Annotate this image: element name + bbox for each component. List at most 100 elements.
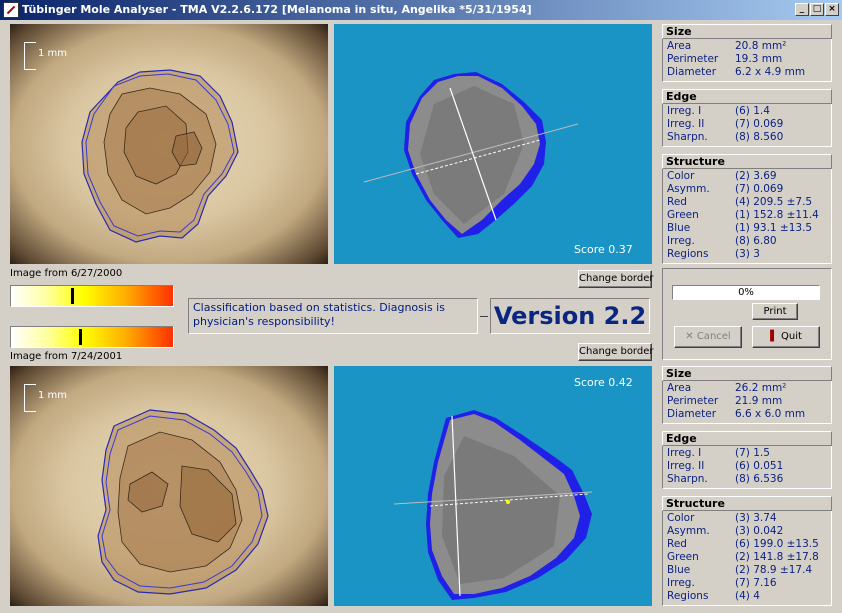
group-title: Size (662, 366, 832, 381)
bottom-lesion-mask (393, 410, 593, 600)
title-bar: Tübinger Mole Analyser - TMA V2.2.6.172 … (0, 0, 842, 20)
stat-value: (1) 152.8 ±11.4 (735, 209, 819, 221)
stat-row: Irreg. (8) 6.80 (667, 235, 831, 248)
stat-label: Irreg. (667, 235, 695, 247)
stat-row: Green (2) 141.8 ±17.8 (667, 551, 831, 564)
stat-label: Regions (667, 590, 709, 602)
stat-row: Irreg. I (6) 1.4 (667, 105, 831, 118)
stat-row: Red (4) 209.5 ±7.5 (667, 196, 831, 209)
stat-value: (2) 3.69 (735, 170, 777, 182)
bottom-score: Score 0.42 (574, 376, 633, 389)
quit-button[interactable]: ▌ Quit (752, 326, 820, 348)
group-body: Area 26.2 mm² Perimeter 21.9 mm Diameter 6.6 … (662, 381, 832, 424)
stat-row: Color (3) 3.74 (667, 512, 831, 525)
stat-label: Sharpn. (667, 131, 708, 143)
top-score: Score 0.37 (574, 243, 633, 256)
stat-value: (3) 3.74 (735, 512, 777, 524)
stat-label: Blue (667, 564, 691, 576)
group-title: Structure (662, 496, 832, 511)
stat-row: Irreg. II (7) 0.069 (667, 118, 831, 131)
stat-row: Blue (2) 78.9 ±17.4 (667, 564, 831, 577)
stat-label: Diameter (667, 66, 717, 78)
stat-row: Color (2) 3.69 (667, 170, 831, 183)
stat-value: 6.6 x 6.0 mm (735, 408, 806, 420)
group-title: Edge (662, 431, 832, 446)
stat-value: (2) 78.9 ±17.4 (735, 564, 813, 576)
stat-label: Irreg. II (667, 460, 705, 472)
stat-row: Irreg. I (7) 1.5 (667, 447, 831, 460)
stat-label: Perimeter (667, 395, 719, 407)
top-analysis-panel: Score 0.37 (334, 24, 652, 264)
classification-notice: Classification based on statistics. Diag… (188, 298, 478, 334)
stat-value: (4) 4 (735, 590, 760, 602)
top-dermoscopy-image: 1 mm (10, 24, 328, 264)
stat-label: Diameter (667, 408, 717, 420)
top-change-border-button[interactable]: Change border (578, 270, 653, 288)
stat-label: Asymm. (667, 183, 710, 195)
group-body: Irreg. I (7) 1.5 Irreg. II (6) 0.051 Sharpn.… (662, 446, 832, 489)
top-edge-group: Edge Irreg. I (6) 1.4 Irreg. II (7) 0.069 Sh… (662, 89, 832, 147)
stat-value: (6) 1.4 (735, 105, 770, 117)
window-title: Tübinger Mole Analyser - TMA V2.2.6.172 … (22, 3, 532, 16)
group-body: Color (3) 3.74 Asymm. (3) 0.042 Red (6) 199.0… (662, 511, 832, 606)
stat-value: (8) 6.536 (735, 473, 784, 485)
cancel-label: Cancel (696, 331, 731, 342)
bottom-analysis-panel: Score 0.42 (334, 366, 652, 606)
stat-value: 21.9 mm (735, 395, 783, 407)
stat-row: Diameter 6.2 x 4.9 mm (667, 66, 831, 79)
stat-value: 20.8 mm² (735, 40, 787, 52)
stat-row: Blue (1) 93.1 ±13.5 (667, 222, 831, 235)
print-button[interactable]: Print (752, 303, 798, 320)
group-title: Edge (662, 89, 832, 104)
bottom-change-border-button[interactable]: Change border (578, 343, 653, 361)
stat-row: Irreg. (7) 7.16 (667, 577, 831, 590)
maximize-button[interactable]: □ (810, 3, 824, 16)
top-lesion-mask (363, 72, 579, 238)
stat-value: (1) 93.1 ±13.5 (735, 222, 813, 234)
top-score-marker (71, 288, 74, 304)
stat-value: (6) 0.051 (735, 460, 784, 472)
stat-label: Irreg. I (667, 447, 702, 459)
stat-row: Area 20.8 mm² (667, 40, 831, 53)
bottom-size-group: Size Area 26.2 mm² Perimeter 21.9 mm Diamete… (662, 366, 832, 424)
stat-value: (2) 141.8 ±17.8 (735, 551, 819, 563)
stat-label: Red (667, 538, 687, 550)
stat-row: Sharpn. (8) 6.536 (667, 473, 831, 486)
stat-label: Green (667, 551, 699, 563)
top-lesion-contours (81, 69, 239, 243)
stat-value: (7) 0.069 (735, 183, 784, 195)
top-structure-group: Structure Color (2) 3.69 Asymm. (7) 0.069 Re… (662, 154, 832, 264)
close-button[interactable]: × (825, 3, 839, 16)
group-title: Size (662, 24, 832, 39)
stat-value: (6) 199.0 ±13.5 (735, 538, 819, 550)
stat-row: Asymm. (3) 0.042 (667, 525, 831, 538)
stat-row: Green (1) 152.8 ±11.4 (667, 209, 831, 222)
cancel-button[interactable]: ✕ Cancel (674, 326, 742, 348)
group-title: Structure (662, 154, 832, 169)
stat-value: (3) 0.042 (735, 525, 784, 537)
stat-label: Red (667, 196, 687, 208)
stat-label: Irreg. (667, 577, 695, 589)
progress-bar: 0% (672, 285, 820, 300)
stat-value: (8) 8.560 (735, 131, 784, 143)
stat-label: Irreg. I (667, 105, 702, 117)
stat-row: Regions (3) 3 (667, 248, 831, 261)
stat-value: 6.2 x 4.9 mm (735, 66, 806, 78)
stat-row: Perimeter 21.9 mm (667, 395, 831, 408)
app-icon (3, 2, 19, 18)
bottom-structure-group: Structure Color (3) 3.74 Asymm. (3) 0.042 Re… (662, 496, 832, 606)
stat-label: Asymm. (667, 525, 710, 537)
cancel-icon: ✕ (685, 331, 697, 342)
stat-label: Color (667, 170, 695, 182)
version-label: Version 2.2 (490, 298, 650, 334)
stat-value: (7) 1.5 (735, 447, 770, 459)
bottom-score-colorbar (10, 326, 174, 348)
bottom-lesion-contours (97, 409, 269, 595)
stat-row: Sharpn. (8) 8.560 (667, 131, 831, 144)
stat-label: Irreg. II (667, 118, 705, 130)
bottom-date-label: Image from 7/24/2001 (10, 351, 123, 362)
stat-value: 26.2 mm² (735, 382, 787, 394)
minimize-button[interactable]: _ (795, 3, 809, 16)
stat-value: 19.3 mm (735, 53, 783, 65)
stat-label: Sharpn. (667, 473, 708, 485)
